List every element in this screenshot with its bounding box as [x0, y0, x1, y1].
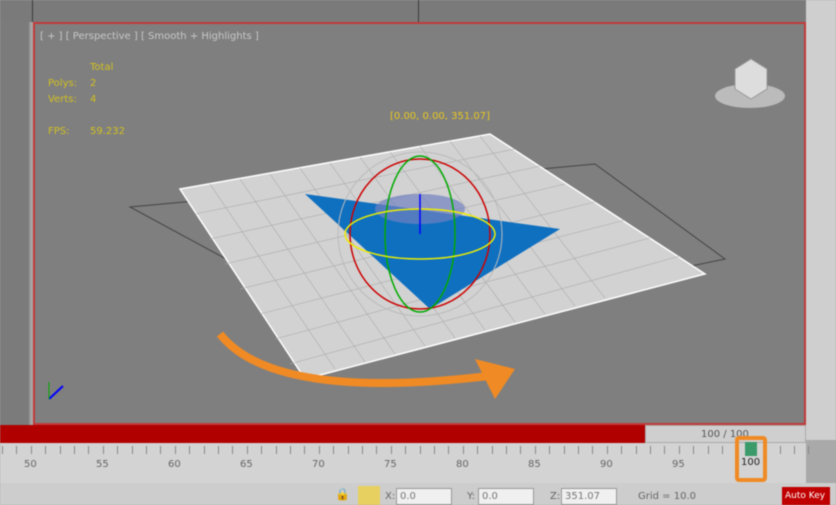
tick: [45, 446, 47, 454]
tick: [722, 446, 723, 454]
tick: [2, 446, 3, 454]
axis-tripod-icon: [48, 382, 64, 400]
current-frame: 100: [741, 457, 761, 468]
status-bar: 🔒 X: 0.0 Y: 0.0 Z: 351.07 Grid = 10.0 Au…: [0, 483, 836, 505]
tick: [506, 446, 507, 454]
tick: [203, 446, 205, 454]
tick: [650, 446, 651, 454]
z-field[interactable]: 351.07: [561, 488, 617, 505]
command-panel[interactable]: [806, 0, 836, 440]
tick: [333, 446, 335, 454]
tick-label: 75: [384, 459, 397, 470]
tick: [218, 446, 219, 454]
tick: [16, 446, 18, 454]
tick: [174, 446, 176, 454]
tick-label: 90: [600, 459, 613, 470]
tick: [462, 446, 464, 454]
tick: [448, 446, 450, 454]
tick: [376, 446, 378, 454]
tick: [246, 446, 248, 454]
tick: [131, 446, 133, 454]
tick: [88, 446, 90, 454]
tick-label: 65: [240, 459, 253, 470]
tick: [563, 446, 565, 454]
tick: [160, 446, 162, 454]
tick: [592, 446, 594, 454]
tick: [635, 446, 637, 454]
tick: [779, 446, 781, 454]
tick: [693, 446, 695, 454]
tick: [520, 446, 522, 454]
tick: [621, 446, 623, 454]
tick: [808, 446, 810, 454]
tick: [549, 446, 551, 454]
x-label: X:: [385, 491, 396, 502]
tick: [390, 446, 392, 454]
tick: [664, 446, 666, 454]
perspective-viewport[interactable]: [ + ] [ Perspective ] [ Smooth + Highlig…: [33, 22, 806, 425]
x-field[interactable]: 0.0: [396, 488, 452, 505]
tick: [534, 446, 536, 454]
tick-label: 70: [312, 459, 325, 470]
tick: [117, 446, 119, 454]
tick: [189, 446, 191, 454]
tick: [491, 446, 493, 454]
tick: [261, 446, 263, 454]
tick-label: 60: [168, 459, 181, 470]
grid-size: Grid = 10.0: [638, 491, 696, 502]
current-frame-marker[interactable]: 100: [735, 436, 767, 482]
z-label: Z:: [550, 491, 561, 502]
tick: [59, 446, 61, 454]
keyframe-icon: [745, 442, 757, 456]
track-bar[interactable]: 50 55 60 65 70 75 80 85 90 95: [0, 443, 810, 483]
tick-label: 80: [456, 459, 469, 470]
tick: [102, 446, 104, 454]
tick: [707, 446, 709, 454]
y-label: Y:: [467, 491, 476, 502]
scene: [48, 58, 785, 400]
tick: [405, 446, 407, 454]
tick: [30, 446, 32, 454]
tick: [419, 446, 421, 454]
tick: [74, 446, 75, 454]
time-slider[interactable]: 100 / 100: [645, 425, 806, 443]
transform-mode-icon[interactable]: [358, 486, 380, 505]
lock-icon[interactable]: 🔒: [335, 487, 350, 501]
tick-label: 55: [96, 459, 109, 470]
time-slider-track[interactable]: [0, 425, 645, 443]
tick: [318, 446, 320, 454]
tick: [434, 446, 435, 454]
tick: [146, 446, 147, 454]
tick: [794, 446, 795, 454]
tick: [678, 446, 680, 454]
tick: [362, 446, 363, 454]
left-viewport[interactable]: [0, 22, 31, 425]
y-field[interactable]: 0.0: [478, 488, 534, 505]
tick: [232, 446, 234, 454]
tick: [606, 446, 608, 454]
tick: [304, 446, 306, 454]
tick-label: 95: [672, 459, 685, 470]
tick: [290, 446, 291, 454]
tick: [275, 446, 277, 454]
viewcube-icon: [715, 58, 785, 108]
tick-label: 85: [528, 459, 541, 470]
tick-label: 50: [24, 459, 37, 470]
tick: [347, 446, 349, 454]
tick: [578, 446, 579, 454]
tick: [477, 446, 479, 454]
auto-key-button[interactable]: Auto Key: [782, 487, 830, 505]
top-viewports-strip[interactable]: [0, 0, 836, 22]
